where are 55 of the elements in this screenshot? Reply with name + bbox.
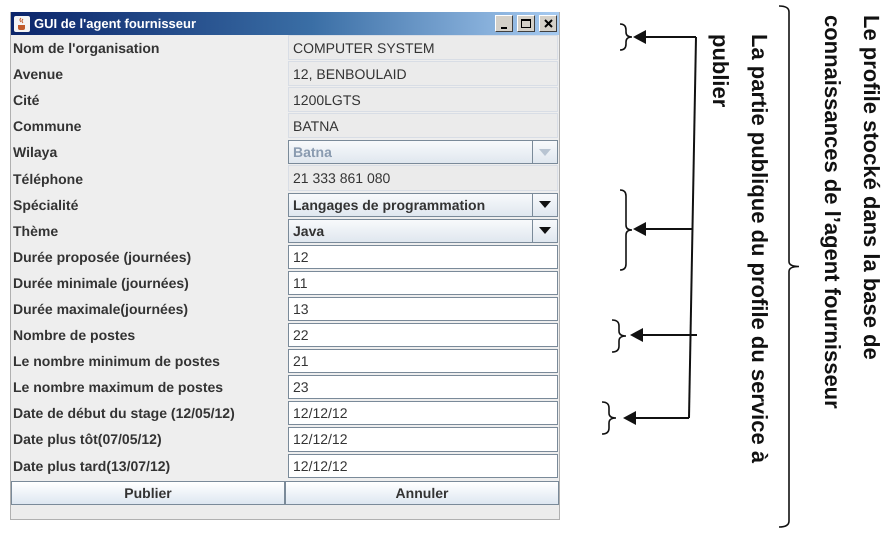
maximize-button[interactable] bbox=[517, 15, 535, 32]
field-label: Date de début du stage (12/05/12) bbox=[12, 404, 236, 424]
action-button[interactable]: Publier bbox=[11, 480, 285, 505]
close-icon bbox=[544, 19, 552, 28]
field-label: Le nombre maximum de postes bbox=[12, 378, 224, 398]
field-label: Date plus tard(13/07/12) bbox=[12, 456, 172, 476]
coffee-cup-icon bbox=[14, 16, 30, 32]
value-label: 1200LGTS bbox=[288, 87, 558, 112]
field-label: Le nombre minimum de postes bbox=[12, 352, 221, 372]
field-label: Commune bbox=[12, 117, 82, 136]
field-label: Cité bbox=[12, 91, 40, 110]
input-field[interactable]: 12/12/12 bbox=[288, 454, 558, 478]
field-label: Durée maximale(journées) bbox=[12, 300, 190, 319]
arrow bbox=[623, 411, 689, 425]
annotation-text: La partie publique du profile du service à publier bbox=[707, 34, 773, 466]
annotation-text: Le profile stocké dans la base de connaissances de l’agent fournisseur bbox=[819, 15, 884, 411]
brace bbox=[612, 319, 627, 353]
field-label: Nom de l'organisation bbox=[12, 39, 160, 58]
arrow bbox=[633, 30, 696, 44]
input-field[interactable]: 12 bbox=[288, 244, 558, 269]
window-title: GUI de l'agent fournisseur bbox=[34, 16, 198, 31]
input-field[interactable]: 12/12/12 bbox=[288, 427, 558, 452]
input-field[interactable]: 23 bbox=[288, 375, 558, 400]
input-field[interactable]: 12/12/12 bbox=[288, 401, 558, 426]
brace bbox=[620, 23, 633, 51]
arrow bbox=[633, 222, 692, 236]
caret-icon bbox=[539, 201, 551, 208]
field-label: Date plus tôt(07/05/12) bbox=[12, 430, 163, 450]
value-label: 21 333 861 080 bbox=[288, 165, 558, 191]
arrow bbox=[630, 328, 697, 342]
value-label: BATNA bbox=[288, 113, 558, 138]
field-label: Spécialité bbox=[12, 196, 80, 215]
input-field[interactable]: 22 bbox=[288, 323, 558, 348]
action-button[interactable]: Annuler bbox=[285, 480, 559, 505]
field-label: Durée proposée (journées) bbox=[12, 248, 192, 267]
close-button[interactable] bbox=[539, 15, 557, 32]
minimize-button[interactable] bbox=[495, 15, 513, 32]
minimize-icon bbox=[501, 26, 507, 28]
input-field[interactable]: 11 bbox=[288, 270, 558, 295]
caret-icon bbox=[539, 227, 551, 234]
input-field[interactable]: 21 bbox=[288, 349, 558, 374]
field-label: Wilaya bbox=[12, 143, 58, 162]
maximize-icon bbox=[521, 19, 531, 28]
value-label: 12, BENBOULAID bbox=[288, 61, 558, 86]
dropdown[interactable]: Langages de programmation bbox=[288, 192, 558, 217]
field-label: Nombre de postes bbox=[12, 326, 136, 346]
brace bbox=[602, 401, 617, 435]
dropdown[interactable]: Java bbox=[288, 218, 558, 243]
field-label: Thème bbox=[12, 222, 60, 241]
caret-icon bbox=[539, 148, 551, 156]
input-field[interactable]: 13 bbox=[288, 296, 558, 322]
value-label: COMPUTER SYSTEM bbox=[288, 35, 558, 60]
field-label: Durée minimale (journées) bbox=[12, 274, 190, 293]
field-label: Avenue bbox=[12, 65, 64, 84]
field-label: Téléphone bbox=[12, 170, 84, 189]
